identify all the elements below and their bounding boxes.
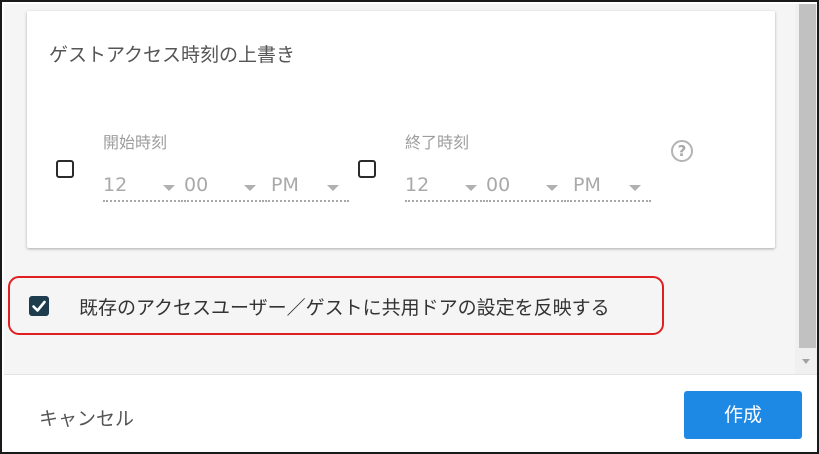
start-hour-select[interactable]: 12 [103, 172, 183, 202]
start-minute-select[interactable]: 00 [184, 172, 264, 202]
end-time-label: 終了時刻 [405, 133, 470, 152]
end-minute-select[interactable]: 00 [486, 172, 566, 202]
apply-to-existing-label[interactable]: 既存のアクセスユーザー／ゲストに共用ドアの設定を反映する [79, 293, 610, 320]
chevron-down-icon [629, 185, 641, 191]
checkmark-icon [32, 300, 46, 312]
create-button[interactable]: 作成 [684, 391, 802, 439]
start-hour-value: 12 [103, 174, 128, 196]
end-time-checkbox[interactable] [358, 160, 376, 178]
chevron-down-icon [465, 185, 477, 191]
chevron-down-icon [546, 185, 558, 191]
end-ampm-value: PM [573, 174, 601, 196]
start-time-checkbox[interactable] [56, 160, 74, 178]
chevron-down-icon [163, 185, 175, 191]
override-section-title: ゲストアクセス時刻の上書き [49, 44, 296, 66]
scrollbar-thumb[interactable] [799, 4, 816, 348]
chevron-down-icon [244, 185, 256, 191]
cancel-button[interactable]: キャンセル [39, 404, 134, 431]
end-ampm-select[interactable]: PM [567, 172, 651, 202]
start-ampm-value: PM [271, 174, 299, 196]
start-minute-value: 00 [184, 174, 209, 196]
guest-access-override-card: ゲストアクセス時刻の上書き 開始時刻 12 00 PM 終了時刻 12 00 P… [27, 11, 775, 248]
chevron-down-icon [327, 185, 339, 191]
apply-to-existing-checkbox[interactable] [29, 296, 49, 316]
scroll-down-arrow-icon[interactable] [802, 359, 810, 364]
question-circle-icon[interactable]: ? [671, 140, 693, 162]
end-hour-value: 12 [405, 174, 430, 196]
start-time-label: 開始時刻 [103, 133, 168, 152]
dialog-window: ゲストアクセス時刻の上書き 開始時刻 12 00 PM 終了時刻 12 00 P… [0, 0, 819, 454]
start-ampm-select[interactable]: PM [265, 172, 349, 202]
end-minute-value: 00 [486, 174, 511, 196]
end-hour-select[interactable]: 12 [405, 172, 485, 202]
